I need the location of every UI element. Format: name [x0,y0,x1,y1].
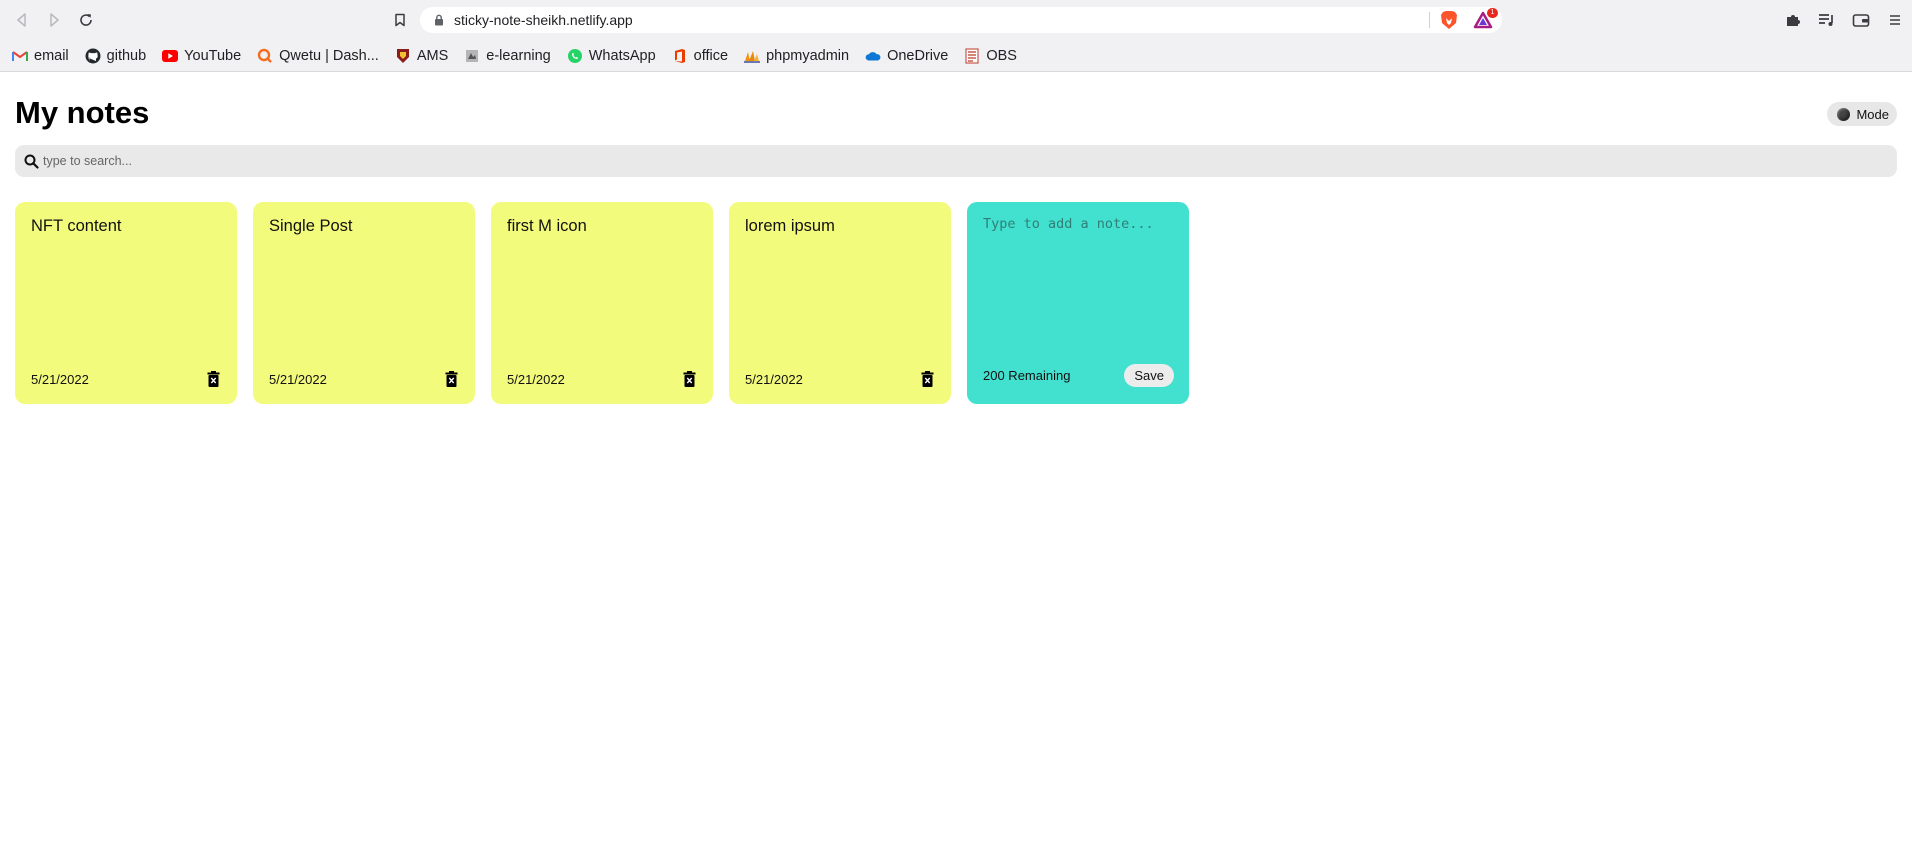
note-card: NFT content 5/21/2022 [15,202,237,404]
wallet-icon [1852,14,1870,27]
bookmark-label: phpmyadmin [766,48,850,64]
bookmark-label: WhatsApp [588,48,656,64]
phpmyadmin-icon [744,48,761,64]
playlist-icon [1819,14,1833,26]
brave-rewards-button[interactable]: 1 [1470,7,1498,33]
note-card: Single Post 5/21/2022 [253,202,475,404]
brave-lion-icon [1441,11,1457,29]
forward-button[interactable] [42,8,66,32]
reload-icon [80,14,92,26]
bookmark-whatsapp[interactable]: WhatsApp [567,48,656,64]
rewards-badge: 1 [1487,8,1498,18]
elearning-icon [464,48,480,64]
back-button[interactable] [10,8,34,32]
qwetu-icon [257,48,273,64]
save-button[interactable]: Save [1124,364,1174,387]
bookmark-phpmyadmin[interactable]: phpmyadmin [744,48,849,64]
brave-shields-button[interactable] [1436,7,1462,33]
note-date: 5/21/2022 [745,371,803,387]
note-text: NFT content [31,217,122,235]
notes-list: NFT content 5/21/2022 Single Post 5/21/2… [15,202,1897,404]
mode-toggle-button[interactable]: Mode [1827,102,1897,126]
whatsapp-icon [567,48,583,64]
note-footer: 5/21/2022 [269,371,459,387]
note-text: lorem ipsum [745,217,835,235]
mode-dot-icon [1837,107,1851,121]
url-text: sticky-note-sheikh.netlify.app [454,12,633,28]
bookmark-label: Qwetu | Dash... [279,48,379,64]
browser-chrome: sticky-note-sheikh.netlify.app 1 email g… [0,0,1912,72]
bookmark-qwetu[interactable]: Qwetu | Dash... [257,48,379,64]
bookmark-youtube[interactable]: YouTube [162,48,241,64]
bookmark-label: AMS [416,48,449,64]
search-bar [15,145,1897,177]
notes-app: My notes Mode NFT content 5/21/2022 Sing… [0,72,1912,404]
bookmark-github[interactable]: github [85,48,147,64]
characters-remaining: 200 Remaining [983,368,1071,383]
bookmark-email[interactable]: email [12,48,69,64]
bookmark-label: email [34,48,69,64]
note-card: first M icon 5/21/2022 [491,202,713,404]
office-icon [672,48,688,64]
bookmark-ams[interactable]: AMS [395,48,448,64]
back-arrow-icon [17,13,26,27]
lock-icon [432,13,446,27]
bookmark-onedrive[interactable]: OneDrive [865,48,948,64]
new-note-input[interactable] [983,216,1173,336]
note-date: 5/21/2022 [507,371,565,387]
reload-button[interactable] [74,8,98,32]
onedrive-icon [865,48,881,64]
note-date: 5/21/2022 [31,371,89,387]
address-bar-divider [1429,12,1430,28]
page-title: My notes [15,95,150,130]
toolbar-right-icons [1776,8,1912,32]
search-input[interactable] [43,154,1843,168]
note-date: 5/21/2022 [269,371,327,387]
menu-button[interactable] [1878,8,1912,32]
browser-toolbar: sticky-note-sheikh.netlify.app 1 [0,0,1912,40]
app-header: My notes Mode [15,72,1897,152]
note-card: lorem ipsum 5/21/2022 [729,202,951,404]
github-icon [85,48,101,64]
bookmark-page-button[interactable] [388,8,412,32]
mode-label: Mode [1856,106,1889,122]
bookmark-label: e-learning [486,48,551,64]
delete-icon[interactable] [919,371,935,387]
extensions-button[interactable] [1776,8,1810,32]
bookmark-label: OneDrive [887,48,949,64]
bookmark-e-learning[interactable]: e-learning [464,48,551,64]
delete-icon[interactable] [205,371,221,387]
delete-icon[interactable] [443,371,459,387]
forward-arrow-icon [50,13,59,27]
delete-icon[interactable] [681,371,697,387]
bookmark-office[interactable]: office [672,48,728,64]
bookmarks-bar: email github YouTube Qwetu | Dash... AMS [0,40,1912,72]
bookmark-label: github [106,48,147,64]
bookmark-icon [395,13,405,27]
obs-icon [964,48,980,64]
hamburger-menu-icon [1890,15,1900,25]
search-icon [23,153,39,169]
ams-icon [395,48,411,64]
note-text: Single Post [269,217,353,235]
playlist-button[interactable] [1810,8,1844,32]
new-note-card: 200 Remaining Save [967,202,1189,404]
note-text: first M icon [507,217,587,235]
bookmark-label: OBS [986,48,1017,64]
note-footer: 5/21/2022 [507,371,697,387]
note-footer: 5/21/2022 [745,371,935,387]
bookmark-label: office [693,48,729,64]
new-note-footer: 200 Remaining Save [983,364,1174,387]
bookmark-obs[interactable]: OBS [964,48,1017,64]
address-bar[interactable]: sticky-note-sheikh.netlify.app [420,7,1502,33]
bookmark-label: YouTube [184,48,242,64]
note-footer: 5/21/2022 [31,371,221,387]
wallet-button[interactable] [1844,8,1878,32]
puzzle-icon [1787,15,1800,26]
gmail-icon [12,48,28,64]
youtube-icon [162,48,179,64]
